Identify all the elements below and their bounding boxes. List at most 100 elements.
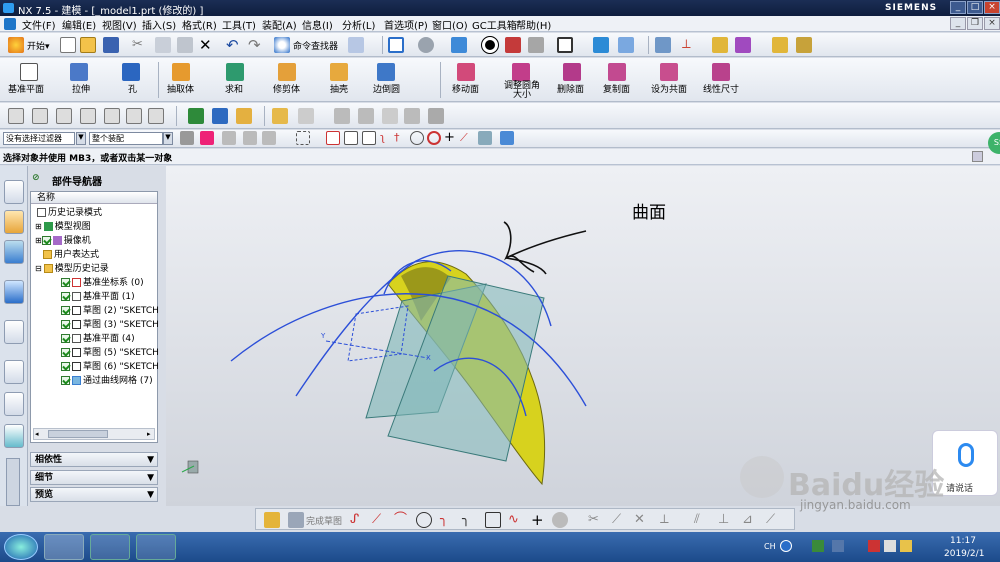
horizontal-scrollbar[interactable]: ◂ ▸ [33,428,155,440]
shell-button[interactable]: 抽壳 [330,82,348,95]
view-orientation-icon[interactable] [451,37,467,53]
menu-preferences[interactable]: 首选项(P) [384,17,428,32]
move-face-button[interactable]: 移动面 [452,82,479,95]
constraint-icon[interactable]: ⟂ [660,512,676,528]
surface-tool-7-icon[interactable] [148,108,164,124]
quick-trim-icon[interactable]: ✂ [588,512,604,528]
make-coplanar-icon[interactable] [660,63,678,81]
point-on-face-icon[interactable] [478,131,492,145]
misc-tool-6-icon[interactable] [404,108,420,124]
graphics-window[interactable]: Y X 曲面 SS [166,132,1000,506]
datum-plane-icon[interactable] [20,63,38,81]
open-icon[interactable] [80,37,96,53]
misc-tool-7-icon[interactable] [428,108,444,124]
column-header-name[interactable]: 名称 [31,192,157,204]
misc-tool-3-icon[interactable] [334,108,350,124]
start-icon[interactable] [8,37,24,53]
wcs-icon[interactable] [618,37,634,53]
resource-scrollbar[interactable] [6,458,20,506]
render-style-icon[interactable] [481,36,499,54]
part-navigator-tab[interactable] [4,210,24,234]
misc-tool-4-icon[interactable] [358,108,374,124]
menu-window[interactable]: 窗口(O) [432,17,468,32]
misc-tool-1-icon[interactable] [272,108,288,124]
delete-face-icon[interactable] [563,63,581,81]
end-point-icon[interactable] [344,131,358,145]
tree-node-datum-plane-1[interactable]: 基准平面 (1) [61,290,135,304]
tree-node-datum-csys[interactable]: 基准坐标系 (0) [61,276,144,290]
new-icon[interactable] [60,37,76,53]
tree-node-model-history[interactable]: ⊟ 模型历史记录 [35,262,109,276]
web-browser-tab[interactable] [4,320,24,344]
surface-tool-2-icon[interactable] [32,108,48,124]
taskbar-browser-app[interactable] [90,534,130,560]
filter-settings-icon[interactable] [180,131,194,145]
menu-gc-toolbox[interactable]: GC工具箱 [472,17,517,32]
chevron-down-icon[interactable]: ▼ [163,132,173,145]
menu-assembly[interactable]: 装配(A) [262,17,297,32]
taskbar-nx-app[interactable] [44,534,84,560]
datum-plane-button[interactable]: 基准平面 [8,82,44,95]
surface-tool-5-icon[interactable] [104,108,120,124]
existing-point-icon[interactable]: + [444,131,458,145]
unite-icon[interactable] [226,63,244,81]
checkbox[interactable] [61,278,70,287]
redo-icon[interactable]: ↷ [248,37,264,53]
clock-date[interactable]: 2019/2/1 [944,549,984,559]
snap-point-icon[interactable] [326,131,340,145]
sync-tool-2-icon[interactable] [212,108,228,124]
finish-sketch-button[interactable]: 完成草图 [306,514,342,527]
rectangle-icon[interactable] [485,512,501,528]
undo-icon[interactable]: ↶ [226,37,242,53]
unite-button[interactable]: 求和 [225,82,243,95]
save-icon[interactable] [103,37,119,53]
wireframe-icon[interactable] [528,37,544,53]
doc-minimize-button[interactable]: _ [950,17,966,30]
scroll-right-icon[interactable]: ▸ [147,430,151,438]
arc-center-icon[interactable] [410,131,424,145]
point-on-curve-icon[interactable]: ⟋ [460,131,474,145]
menu-help[interactable]: 帮助(H) [516,17,551,32]
point-icon[interactable]: + [531,512,547,528]
command-finder-icon[interactable] [274,37,290,53]
info-tab[interactable] [4,280,24,304]
edit-object-icon[interactable] [655,37,671,53]
chevron-down-icon[interactable]: ▼ [76,132,86,145]
copy-icon[interactable] [155,37,171,53]
menu-view[interactable]: 视图(V) [102,17,137,32]
tree-node-user-expressions[interactable]: 用户表达式 [41,248,99,262]
menu-tools[interactable]: 工具(T) [222,17,256,32]
sync-tool-3-icon[interactable] [236,108,252,124]
language-indicator[interactable]: CH [764,542,776,551]
sketch-icon[interactable] [264,512,280,528]
shaded-icon[interactable] [505,37,521,53]
linear-dimension-button[interactable]: 线性尺寸 [703,82,739,95]
tree-node-through-curve-mesh[interactable]: 通过曲线网格 (7) [61,374,153,388]
chamfer-icon[interactable]: ╮ [462,512,478,528]
sync-tool-1-icon[interactable] [188,108,204,124]
snap-tool-3-icon[interactable] [262,131,276,145]
delete-icon[interactable]: ✕ [199,37,215,53]
quick-extend-icon[interactable]: ⟋ [612,512,628,528]
trim-body-icon[interactable] [278,63,296,81]
scroll-left-icon[interactable]: ◂ [35,430,39,438]
analysis-icon[interactable] [712,37,728,53]
cut-icon[interactable]: ✂ [132,37,148,53]
intersection-icon[interactable]: † [394,131,408,145]
background-icon[interactable] [557,37,573,53]
history-tab[interactable] [4,360,24,384]
network-tray-icon[interactable] [868,540,880,552]
menu-info[interactable]: 信息(I) [302,17,333,32]
resize-blend-icon[interactable] [512,63,530,81]
copy-face-button[interactable]: 复制面 [603,82,630,95]
chevron-down-icon[interactable]: ▼ [147,453,154,467]
tree-node-model-views[interactable]: ⊞ 模型视图 [35,220,91,234]
edge-blend-icon[interactable] [377,63,395,81]
delete-face-button[interactable]: 删除面 [557,82,584,95]
checkbox[interactable] [41,236,51,245]
circle-icon[interactable] [416,512,432,528]
make-coplanar-button[interactable]: 设为共面 [651,82,687,95]
type-filter-dropdown[interactable]: 没有选择过滤器 [3,132,75,145]
panel-details[interactable]: 细节 ▼ [30,470,158,485]
menu-analysis[interactable]: 分析(L) [342,17,375,32]
